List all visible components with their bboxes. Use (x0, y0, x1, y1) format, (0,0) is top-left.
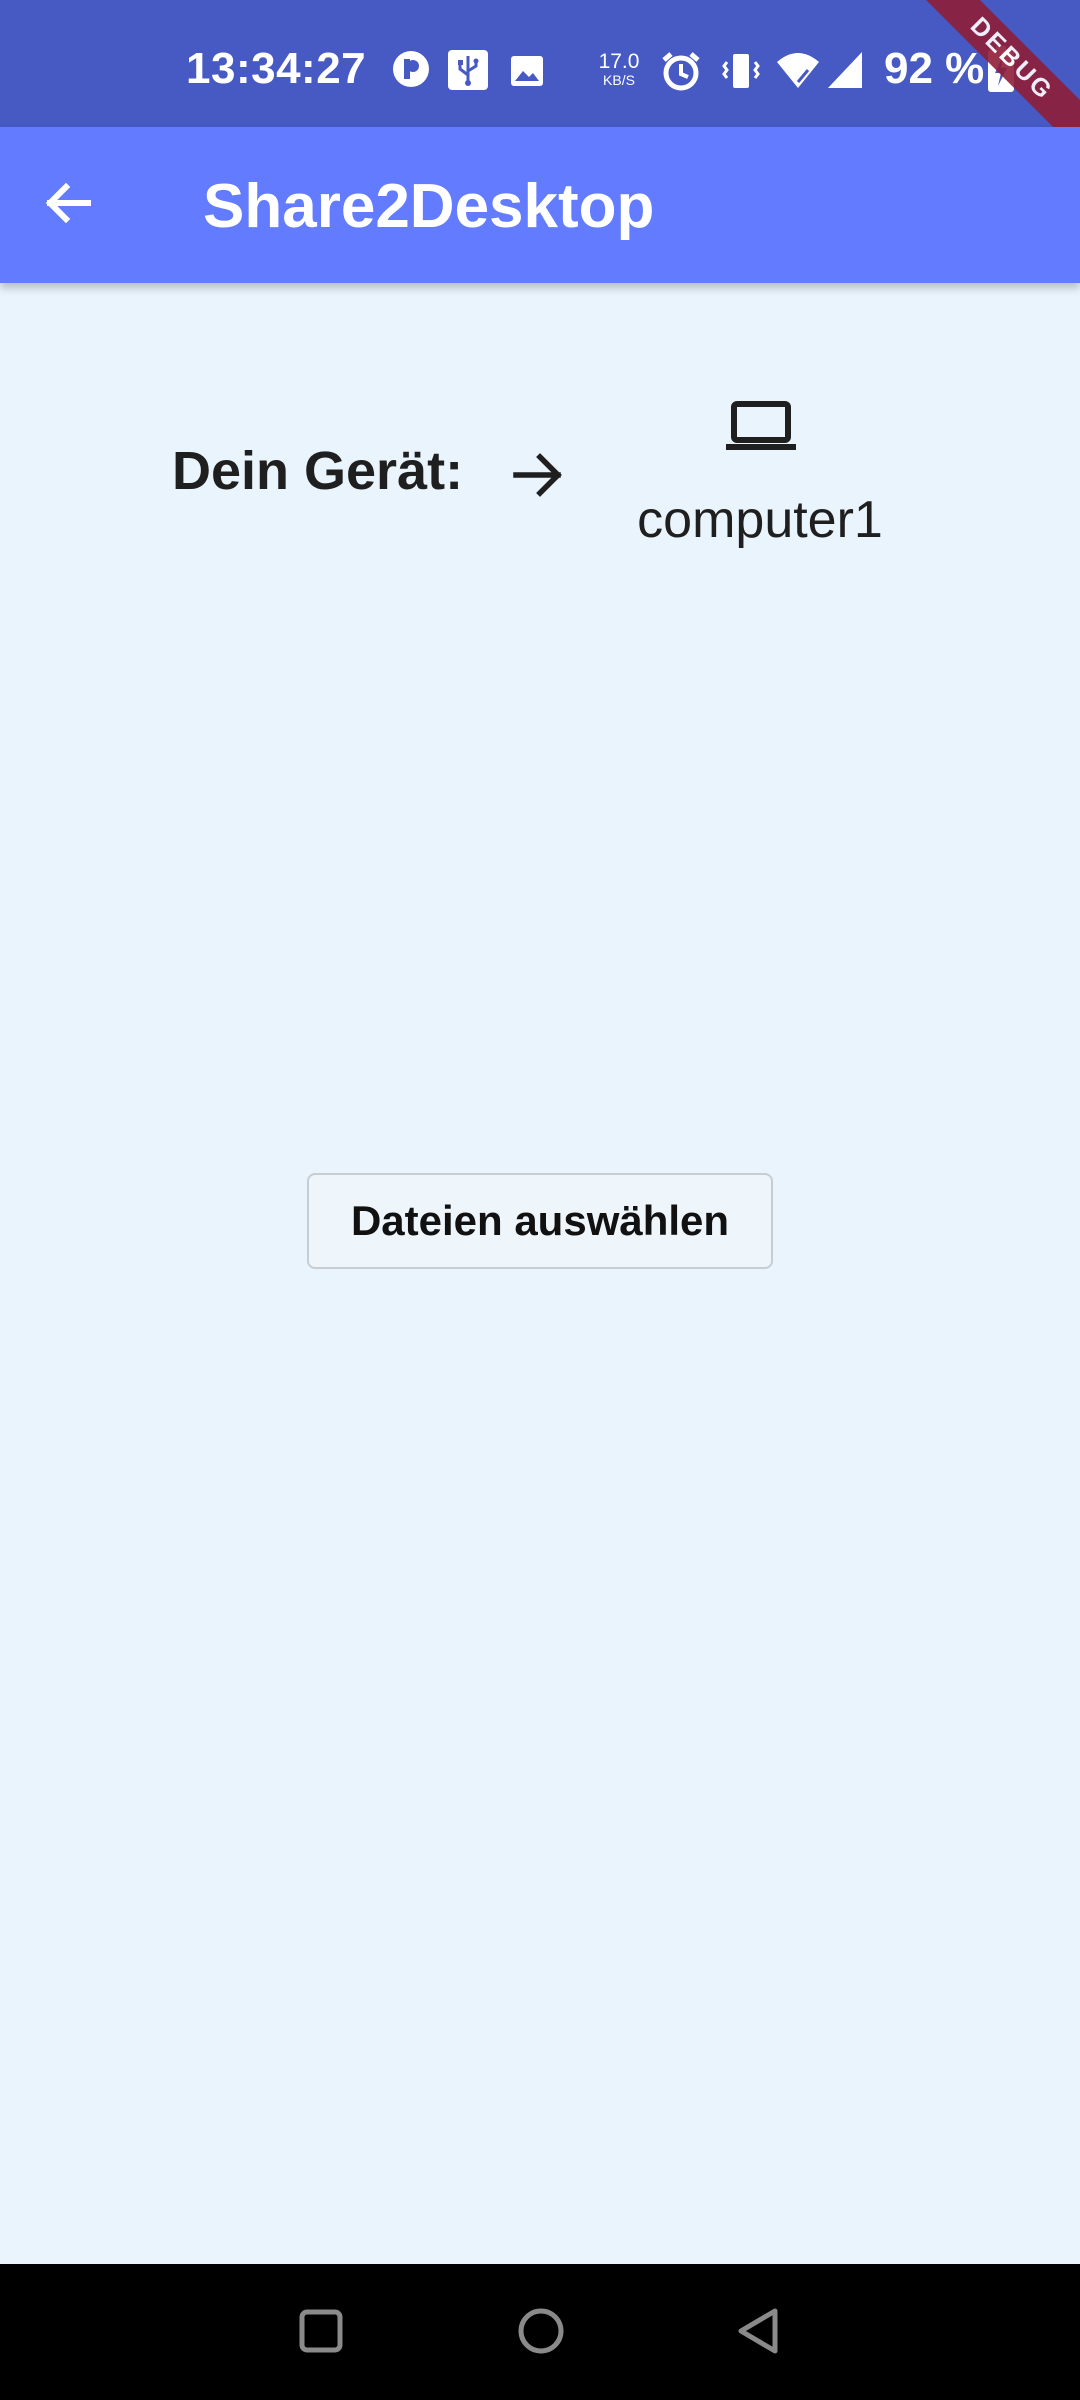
signal-icon (826, 50, 864, 95)
navigation-bar (0, 2264, 1080, 2400)
back-button[interactable] (30, 167, 106, 243)
image-icon (510, 55, 544, 92)
recents-square-icon (299, 2309, 343, 2358)
recents-button[interactable] (290, 2302, 352, 2364)
alarm-icon (660, 50, 702, 97)
network-speed-unit: KB/S (603, 72, 635, 88)
home-button[interactable] (510, 2302, 572, 2364)
status-time: 13:34:27 (186, 44, 367, 93)
laptop-icon (726, 398, 796, 459)
app-title: Share2Desktop (203, 172, 655, 241)
network-speed: 17.0 KB/S (594, 50, 644, 90)
network-speed-value: 17.0 (598, 50, 640, 73)
usb-icon (448, 50, 488, 95)
target-device-name: computer1 (637, 491, 883, 549)
back-triangle-icon (735, 2307, 783, 2360)
battery-percentage: 92 % (884, 44, 985, 93)
wifi-icon (776, 50, 820, 95)
app-bar: Share2Desktop (0, 127, 1080, 283)
vibrate-icon (720, 50, 762, 97)
status-bar: 13:34:27 17.0 KB/S 92 % DEBUG (0, 0, 1080, 165)
system-back-button[interactable] (728, 2302, 790, 2364)
select-files-button[interactable]: Dateien auswählen (307, 1173, 773, 1269)
home-circle-icon (517, 2307, 565, 2360)
arrow-back-icon (42, 177, 94, 234)
arrow-forward-icon (512, 448, 566, 507)
app-notification-icon (392, 50, 430, 93)
device-label: Dein Gerät: (172, 441, 464, 501)
